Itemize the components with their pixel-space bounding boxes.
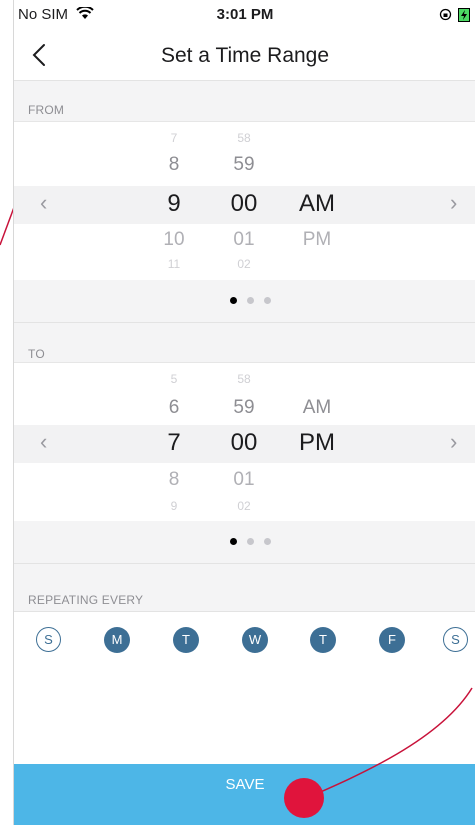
from-hour-option[interactable]: 11 <box>154 257 194 271</box>
to-minute-option[interactable]: 59 <box>222 397 266 419</box>
to-page-indicator <box>14 521 475 564</box>
navigation-bar: Set a Time Range <box>14 30 475 81</box>
to-time-picker[interactable]: ‹ › 5 6 7 8 9 58 59 00 01 02 AM PM <box>14 362 475 522</box>
to-hour-option[interactable]: 5 <box>154 372 194 386</box>
page-dot <box>247 538 254 545</box>
day-toggle-saturday[interactable]: S <box>443 627 468 652</box>
page-dot <box>264 538 271 545</box>
to-period-selected[interactable]: PM <box>292 429 342 457</box>
from-page-indicator <box>14 280 475 323</box>
from-minute-option[interactable]: 59 <box>222 154 266 176</box>
day-toggle-friday[interactable]: F <box>379 627 405 653</box>
day-toggle-tuesday[interactable]: T <box>173 627 199 653</box>
battery-icon <box>458 8 470 22</box>
page-dot-active <box>230 297 237 304</box>
to-minute-option[interactable]: 01 <box>222 469 266 491</box>
from-section-label: FROM <box>28 103 65 117</box>
to-hour-option[interactable]: 6 <box>154 397 194 419</box>
repeat-section-label: REPEATING EVERY <box>28 593 144 607</box>
to-section-label: TO <box>28 347 45 361</box>
from-hour-selected[interactable]: 9 <box>154 190 194 218</box>
to-hour-option[interactable]: 9 <box>154 499 194 513</box>
clock: 3:01 PM <box>216 6 274 23</box>
to-minute-selected[interactable]: 00 <box>222 429 266 457</box>
from-period-selected[interactable]: AM <box>292 190 342 218</box>
from-time-picker[interactable]: ‹ › 7 8 9 10 11 58 59 00 01 02 AM PM <box>14 121 475 281</box>
from-hour-option[interactable]: 10 <box>154 229 194 251</box>
page-dot-active <box>230 538 237 545</box>
to-minute-option[interactable]: 02 <box>222 499 266 513</box>
day-toggle-monday[interactable]: M <box>104 627 130 653</box>
day-toggle-sunday[interactable]: S <box>36 627 61 652</box>
from-hour-option[interactable]: 7 <box>154 131 194 145</box>
day-toggle-wednesday[interactable]: W <box>242 627 268 653</box>
from-minute-selected[interactable]: 00 <box>222 190 266 218</box>
to-hour-selected[interactable]: 7 <box>154 429 194 457</box>
tap-marker <box>284 778 324 818</box>
day-toggle-thursday[interactable]: T <box>310 627 336 653</box>
from-minute-option[interactable]: 58 <box>222 131 266 145</box>
status-bar: No SIM 3:01 PM <box>14 0 475 30</box>
to-period-option[interactable]: AM <box>292 397 342 419</box>
page-dot <box>247 297 254 304</box>
to-prev-arrow-icon[interactable]: ‹ <box>40 429 47 455</box>
weekday-selector: S M T W T F S <box>14 611 475 671</box>
from-next-arrow-icon[interactable]: › <box>450 190 457 216</box>
from-period-option[interactable]: PM <box>292 229 342 251</box>
annotation-line-right <box>301 687 473 801</box>
from-minute-option[interactable]: 01 <box>222 229 266 251</box>
to-hour-option[interactable]: 8 <box>154 469 194 491</box>
page-title: Set a Time Range <box>160 44 330 67</box>
from-prev-arrow-icon[interactable]: ‹ <box>40 190 47 216</box>
orientation-lock-icon <box>439 8 451 21</box>
from-minute-option[interactable]: 02 <box>222 257 266 271</box>
to-next-arrow-icon[interactable]: › <box>450 429 457 455</box>
page-dot <box>264 297 271 304</box>
to-minute-option[interactable]: 58 <box>222 372 266 386</box>
status-icons <box>439 7 470 24</box>
from-hour-option[interactable]: 8 <box>154 154 194 176</box>
